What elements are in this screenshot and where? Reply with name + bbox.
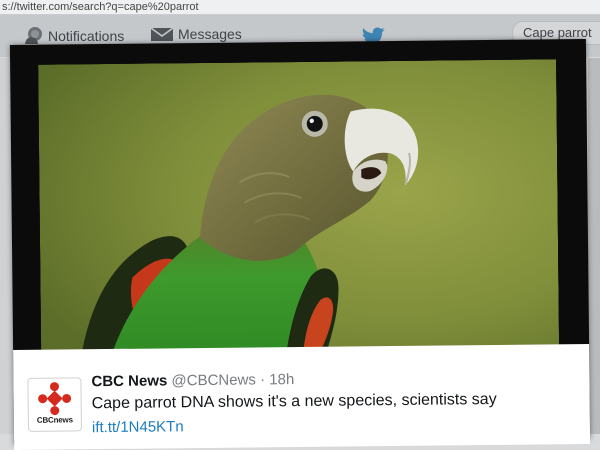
tweet-link[interactable]: ift.tt/1N45KTn <box>92 418 184 436</box>
notifications-icon <box>25 27 42 44</box>
tweet-timestamp[interactable]: 18h <box>269 371 294 388</box>
nav-notifications-label: Notifications <box>48 28 125 44</box>
tweet-header: CBC News @CBCNews · 18h <box>91 371 294 390</box>
background-right-edge <box>588 58 600 434</box>
browser-url-bar[interactable]: s://twitter.com/search?q=cape%20parrot <box>0 0 600 15</box>
nav-messages-label: Messages <box>178 26 242 42</box>
tweet-text: Cape parrot DNA shows it's a new species… <box>91 390 497 413</box>
media-modal: CBCnews CBC News @CBCNews · 18h Cape par… <box>9 38 591 450</box>
tweet-photo[interactable] <box>38 59 560 357</box>
tweet-card[interactable]: CBCnews CBC News @CBCNews · 18h Cape par… <box>13 343 591 450</box>
author-handle[interactable]: @CBCNews <box>171 371 256 389</box>
avatar-wordmark: CBCnews <box>36 415 73 425</box>
author-display-name[interactable]: CBC News <box>91 372 167 390</box>
messages-icon <box>150 27 174 41</box>
cbc-gem-icon <box>38 382 72 416</box>
cape-parrot-photo <box>38 59 560 357</box>
header-separator: · <box>259 371 266 389</box>
avatar[interactable]: CBCnews <box>27 377 82 432</box>
nav-messages[interactable]: Messages <box>150 25 242 43</box>
